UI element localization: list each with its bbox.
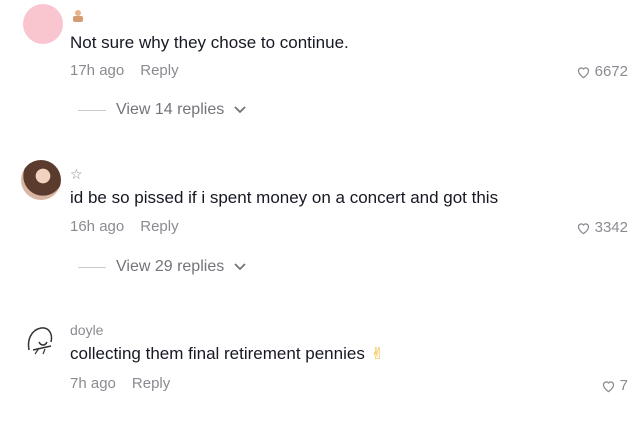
like-button[interactable]: 7 [601, 377, 628, 394]
avatar[interactable] [23, 4, 63, 44]
comment-text: collecting them final retirement pennies… [70, 344, 384, 364]
timestamp: 17h ago [70, 62, 125, 79]
like-button[interactable]: 6672 [576, 63, 628, 80]
comment-meta: 7h ago Reply [70, 375, 170, 392]
divider-line [78, 109, 106, 111]
comment-text-body: collecting them final retirement pennies [70, 344, 365, 363]
emoji-badge-icon [70, 8, 86, 27]
like-count: 6672 [594, 63, 628, 80]
comment-text: Not sure why they chose to continue. [70, 33, 349, 52]
view-replies-button[interactable]: View 14 replies [78, 101, 246, 119]
heart-outline-icon [602, 380, 614, 392]
reply-button[interactable]: Reply [132, 375, 170, 392]
chevron-down-icon [234, 263, 246, 271]
reply-button[interactable]: Reply [140, 218, 178, 235]
comment-meta: 16h ago Reply [70, 218, 179, 235]
victory-hand-emoji: ✌ [370, 346, 385, 363]
avatar[interactable] [21, 320, 61, 360]
view-replies-button[interactable]: View 29 replies [78, 258, 246, 276]
like-count: 7 [619, 377, 628, 394]
sketch-avatar-icon [27, 327, 53, 355]
username[interactable]: doyle [70, 322, 103, 338]
heart-outline-icon [577, 66, 589, 78]
like-count: 3342 [594, 219, 628, 236]
chevron-down-icon [234, 106, 246, 114]
username[interactable]: ☆ [70, 166, 83, 183]
like-button[interactable]: 3342 [576, 219, 628, 236]
avatar[interactable] [21, 160, 61, 200]
reply-button[interactable]: Reply [140, 62, 178, 79]
view-replies-label: View 29 replies [116, 258, 225, 275]
divider-line [78, 266, 106, 268]
heart-outline-icon [577, 222, 589, 234]
timestamp: 16h ago [70, 218, 125, 235]
timestamp: 7h ago [70, 375, 116, 392]
comment-text: id be so pissed if i spent money on a co… [70, 188, 499, 207]
view-replies-label: View 14 replies [116, 101, 225, 118]
comment-meta: 17h ago Reply [70, 62, 179, 79]
